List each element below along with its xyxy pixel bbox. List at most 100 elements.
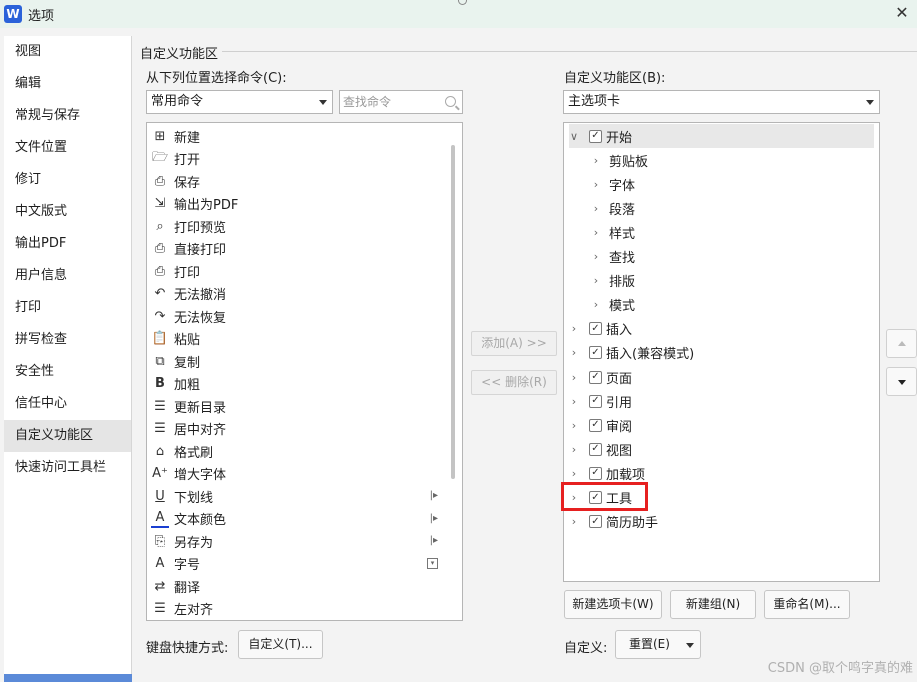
command-item[interactable]: A 字号 ▾ [151,553,446,575]
tree-node-label: 剪贴板 [609,154,649,170]
tab-checkbox[interactable]: ✓ [589,394,602,408]
add-button[interactable]: 添加(A) >> [471,331,557,356]
sidebar-item[interactable]: 输出PDF [4,228,131,260]
new-group-button[interactable]: 新建组(N) [670,590,756,619]
reset-button[interactable]: 重置(E) [615,630,701,659]
ribbon-group-node[interactable]: › 排版 [569,269,874,293]
remove-button[interactable]: << 删除(R) [471,370,557,395]
printer-icon: ⎙ [154,263,166,279]
command-item[interactable]: ↷ 无法恢复 [151,305,446,327]
sidebar-item[interactable]: 常规与保存 [4,100,131,132]
search-commands-box[interactable] [339,90,463,114]
chevron-right-icon[interactable]: › [569,419,579,432]
command-item[interactable]: ☰ 居中对齐 [151,418,446,440]
sidebar-item[interactable]: 中文版式 [4,196,131,228]
command-item[interactable]: ☰ 更新目录 [151,395,446,417]
sidebar-item[interactable]: 信任中心 [4,388,131,420]
sidebar-item[interactable]: 视图 [4,36,131,68]
align-center-icon: ☰ [154,421,166,436]
command-item[interactable]: ⎙ 直接打印 [151,238,446,260]
command-item[interactable]: A⁺ 增大字体 [151,463,446,485]
sidebar-item[interactable]: 打印 [4,292,131,324]
command-item[interactable]: ⌂ 格式刷 [151,440,446,462]
chevron-right-icon[interactable]: › [569,443,579,456]
sidebar-item[interactable]: 修订 [4,164,131,196]
chevron-right-icon[interactable]: › [591,154,601,167]
chevron-right-icon[interactable]: › [591,274,601,287]
command-item[interactable]: ⇲ 输出为PDF [151,193,446,215]
highlight-annotation [561,482,648,511]
ribbon-group-node[interactable]: › 模式 [569,293,874,317]
chevron-right-icon[interactable]: › [591,250,601,263]
tab-checkbox[interactable]: ✓ [589,442,602,456]
tab-checkbox[interactable]: ✓ [589,129,602,143]
chevron-right-icon[interactable]: › [591,178,601,191]
sidebar-item[interactable]: 用户信息 [4,260,131,292]
tab-checkbox[interactable]: ✓ [589,515,602,529]
ribbon-tab-node[interactable]: › ✓ 插入(兼容模式) [569,341,874,365]
chevron-right-icon[interactable]: › [569,371,579,384]
rename-button[interactable]: 重命名(M)... [764,590,850,619]
ribbon-tab-node[interactable]: › ✓ 视图 [569,437,874,461]
sidebar-item[interactable]: 拼写检查 [4,324,131,356]
chevron-right-icon[interactable]: › [569,346,579,359]
command-label: 打印预览 [174,220,227,236]
chevron-right-icon[interactable]: › [569,322,579,335]
ribbon-tab-node[interactable]: › ✓ 页面 [569,365,874,389]
chevron-down-icon[interactable]: ∨ [569,130,579,143]
command-item[interactable]: ↶ 无法撤消 [151,283,446,305]
ribbon-tab-node[interactable]: › ✓ 简历助手 [569,510,874,534]
command-item[interactable]: U 下划线 |▸ [151,485,446,507]
command-item[interactable]: ⎙ 保存 [151,170,446,192]
new-doc-icon: ⊞ [154,128,166,144]
command-item[interactable]: A 文本颜色 |▸ [151,508,446,530]
command-item[interactable]: ⇄ 翻译 [151,575,446,597]
tab-checkbox[interactable]: ✓ [589,466,602,480]
ribbon-tab-node[interactable]: ∨ ✓ 开始 [569,124,874,148]
ribbon-group-node[interactable]: › 字体 [569,172,874,196]
search-icon[interactable] [445,96,456,107]
sidebar-item[interactable]: 快速访问工具栏 [4,452,131,484]
command-item[interactable]: ⎙ 打印 [151,260,446,282]
command-item[interactable]: ⊞ 新建 [151,125,446,147]
chevron-right-icon[interactable]: › [591,226,601,239]
tab-checkbox[interactable]: ✓ [589,370,602,384]
chevron-right-icon[interactable]: › [569,467,579,480]
tab-checkbox[interactable]: ✓ [589,322,602,336]
chevron-right-icon[interactable]: › [569,395,579,408]
command-item[interactable]: ⌕ 打印预览 [151,215,446,237]
tab-checkbox[interactable]: ✓ [589,346,602,360]
ribbon-group-node[interactable]: › 段落 [569,196,874,220]
ribbon-group-node[interactable]: › 剪贴板 [569,148,874,172]
commands-scrollbar[interactable] [451,145,455,479]
sidebar-item[interactable]: 编辑 [4,68,131,100]
command-item[interactable]: ⎘ 另存为 |▸ [151,530,446,552]
move-down-button[interactable] [886,367,917,396]
command-item[interactable]: ⧉ 复制 [151,350,446,372]
ribbon-group-node[interactable]: › 查找 [569,245,874,269]
keyboard-customize-button[interactable]: 自定义(T)... [238,630,323,659]
chevron-right-icon[interactable]: › [591,202,601,215]
chevron-right-icon[interactable]: › [569,515,579,528]
commands-source-dropdown[interactable]: 常用命令 [146,90,333,114]
sidebar-item[interactable]: 文件位置 [4,132,131,164]
chevron-right-icon[interactable]: › [591,298,601,311]
command-item[interactable]: 📋 粘贴 [151,328,446,350]
ribbon-tab-node[interactable]: › ✓ 引用 [569,389,874,413]
ribbon-tab-node[interactable]: › ✓ 插入 [569,317,874,341]
ribbon-tabs-dropdown[interactable]: 主选项卡 [563,90,880,114]
close-icon[interactable]: ✕ [893,4,911,22]
ribbon-group-node[interactable]: › 样式 [569,220,874,244]
sidebar-item[interactable]: 安全性 [4,356,131,388]
move-up-button[interactable] [886,329,917,358]
new-tab-button[interactable]: 新建选项卡(W) [564,590,662,619]
ribbon-tab-node[interactable]: › ✓ 审阅 [569,413,874,437]
ribbon-tree[interactable]: ∨ ✓ 开始 › 剪贴板 › 字体 › 段落 › 样式 › 查找 › 排版 › 模式 › ✓ 插入 › ✓ 插入(兼容模式)… [563,122,880,582]
command-item[interactable]: 🗁 打开 [151,148,446,170]
sidebar-item[interactable]: 自定义功能区 [4,420,131,452]
commands-list[interactable]: ⊞ 新建 🗁 打开 ⎙ 保存 ⇲ 输出为PDF ⌕ 打印预览 ⎙ 直接打印 ⎙ 打印 ↶ 无法撤消 ↷ 无法恢复 📋… [146,122,463,621]
search-input[interactable] [343,91,441,113]
command-item[interactable]: B 加粗 [151,373,446,395]
command-item[interactable]: ☰ 左对齐 [151,598,446,620]
tab-checkbox[interactable]: ✓ [589,418,602,432]
